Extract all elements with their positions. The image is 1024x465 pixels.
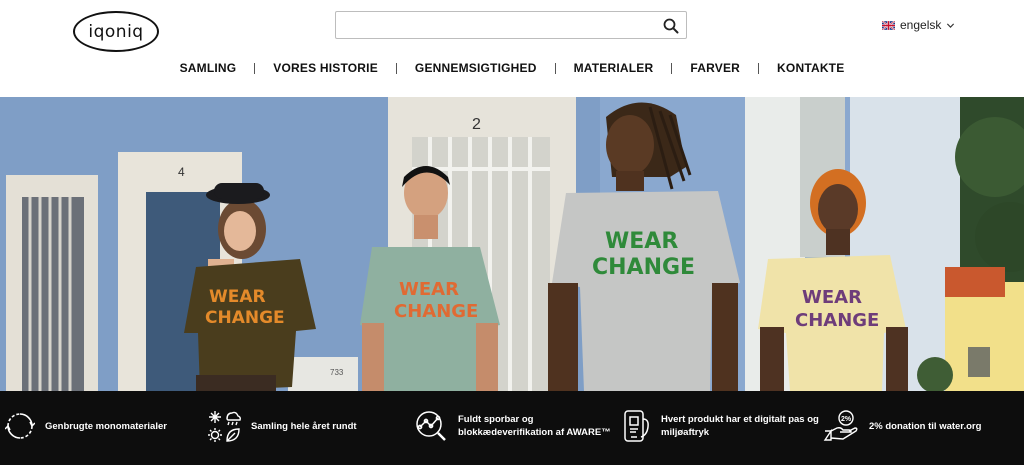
nav-item-farver[interactable]: FARVER	[672, 61, 758, 75]
nav-item-kontakte[interactable]: KONTAKTE	[759, 61, 862, 75]
shirt-print-line2: CHANGE	[205, 308, 285, 328]
nav-item-gennemsigtighed[interactable]: GENNEMSIGTIGHED	[397, 61, 555, 75]
digital-passport-icon	[624, 410, 649, 442]
nav-item-materialer[interactable]: MATERIALER	[556, 61, 672, 75]
door-number-left: 4	[178, 165, 185, 179]
feature-seasons: Samling hele året rundt	[207, 391, 357, 461]
feature-text: 2% donation til water.org	[869, 420, 982, 432]
features-bar: Genbrugte monomaterialer Samling hele år…	[0, 391, 1024, 465]
uk-flag-icon	[882, 20, 895, 30]
feature-text: Samling hele året rundt	[251, 420, 357, 432]
door-number-right: 2	[472, 116, 481, 133]
donation-badge: 2%	[841, 416, 852, 423]
traceability-icon	[416, 411, 446, 441]
brand-logo-text: iqoniq	[88, 21, 144, 42]
nav-item-samling[interactable]: SAMLING	[162, 61, 255, 75]
site-header: iqoniq engelsk SAMLING VORES HISTORIE GE…	[0, 0, 1024, 97]
brand-logo[interactable]: iqoniq	[73, 11, 159, 52]
feature-text: Fuldt sporbar og blokkædeverifikation af…	[458, 414, 611, 438]
search-bar	[335, 11, 687, 39]
feature-digital-passport: Hvert produkt har et digitalt pas og mil…	[621, 391, 819, 461]
search-input[interactable]	[336, 12, 686, 38]
search-icon[interactable]	[663, 18, 679, 34]
meter-label: 733	[330, 368, 344, 377]
hero-banner[interactable]: 4 2 733 WEAR CHANGE WEAR CHANGE WEAR CHA…	[0, 97, 1024, 391]
main-nav: SAMLING VORES HISTORIE GENNEMSIGTIGHED M…	[0, 60, 1024, 76]
shirt-print-line2: CHANGE	[394, 301, 478, 322]
shirt-print-line1: WEAR	[605, 229, 678, 254]
hero-image: 4 2 733 WEAR CHANGE WEAR CHANGE WEAR CHA…	[0, 97, 1024, 391]
chevron-down-icon	[947, 22, 955, 28]
shirt-print-line1: WEAR	[399, 279, 459, 300]
shirt-print-line2: CHANGE	[592, 255, 695, 280]
feature-traceability: Fuldt sporbar og blokkædeverifikation af…	[414, 391, 611, 461]
language-label: engelsk	[900, 18, 942, 32]
shirt-print-line1: WEAR	[802, 287, 862, 308]
shirt-print-line2: CHANGE	[795, 310, 879, 331]
recycle-icon	[5, 413, 35, 439]
nav-item-vores-historie[interactable]: VORES HISTORIE	[255, 61, 396, 75]
language-selector[interactable]: engelsk	[882, 17, 955, 33]
feature-text: Hvert produkt har et digitalt pas og mil…	[661, 414, 819, 438]
feature-text: Genbrugte monomaterialer	[45, 420, 167, 432]
shirt-print-line1: WEAR	[209, 287, 266, 307]
feature-recycled: Genbrugte monomaterialer	[5, 391, 167, 461]
feature-donation: 2% 2% donation til water.org	[823, 391, 981, 461]
seasons-icon	[208, 411, 241, 442]
donation-hand-icon: 2%	[823, 410, 858, 441]
